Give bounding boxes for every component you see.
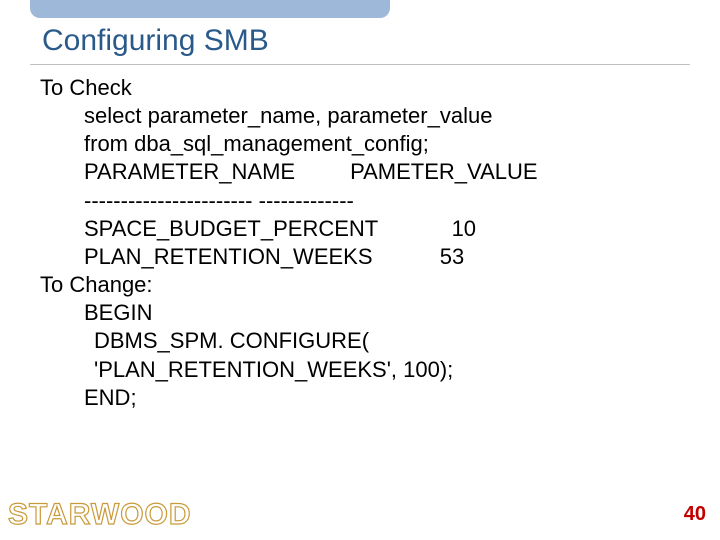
page-number: 40 (684, 503, 706, 526)
result-separator: ----------------------- ------------- (84, 187, 680, 215)
plsql-line: 'PLAN_RETENTION_WEEKS', 100); (94, 356, 680, 384)
plsql-line: BEGIN (84, 299, 680, 327)
result-header: PARAMETER_NAME PAMETER_VALUE (84, 158, 680, 186)
slide-body: To Check select parameter_name, paramete… (40, 74, 680, 412)
title-rule (30, 64, 690, 65)
change-heading: To Change: (40, 271, 680, 299)
plsql-line: END; (84, 384, 680, 412)
decorative-topbar (30, 0, 390, 18)
brand-logo: STARWOOD (8, 498, 192, 532)
slide-title: Configuring SMB (42, 24, 269, 58)
sql-line: from dba_sql_management_config; (84, 130, 680, 158)
check-heading: To Check (40, 74, 680, 102)
result-row: SPACE_BUDGET_PERCENT 10 (84, 215, 680, 243)
result-row: PLAN_RETENTION_WEEKS 53 (84, 243, 680, 271)
slide: Configuring SMB To Check select paramete… (0, 0, 720, 540)
plsql-line: DBMS_SPM. CONFIGURE( (94, 327, 680, 355)
sql-line: select parameter_name, parameter_value (84, 102, 680, 130)
